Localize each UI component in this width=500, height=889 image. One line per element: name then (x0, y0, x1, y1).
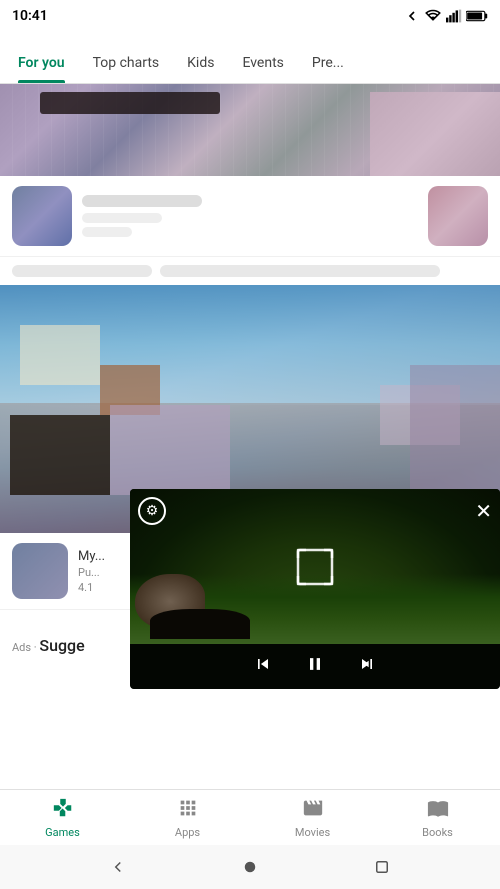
signal-icon (446, 9, 462, 23)
video-background: ⚙ ✕ (130, 489, 500, 644)
video-close-button[interactable]: ✕ (475, 499, 492, 523)
video-settings-button[interactable]: ⚙ (138, 497, 166, 525)
nav-tabs: For you Top charts Kids Events Pre... (0, 32, 500, 84)
app-thumb-1-right (428, 186, 488, 246)
app-info-1 (82, 195, 418, 237)
video-player-overlay: ⚙ ✕ (130, 489, 500, 689)
ads-prefix: Ads · (12, 641, 39, 654)
bottom-nav-movies[interactable]: Movies (250, 797, 375, 839)
apps-icon (177, 797, 199, 824)
books-icon (427, 797, 449, 824)
tab-premium[interactable]: Pre... (298, 32, 358, 83)
books-label: Books (422, 826, 453, 839)
status-bar: 10:41 (0, 0, 500, 32)
tab-events[interactable]: Events (228, 32, 297, 83)
battery-icon (466, 10, 488, 22)
video-next-button[interactable] (357, 654, 377, 679)
back-arrow-icon (404, 8, 420, 24)
section-label-row (0, 257, 500, 285)
bottom-nav-books[interactable]: Books (375, 797, 500, 839)
video-controls-top: ⚙ ✕ (138, 497, 492, 525)
bottom-nav-games[interactable]: Games (0, 797, 125, 839)
games-label: Games (45, 826, 80, 839)
home-button[interactable] (236, 853, 264, 881)
tab-for-you[interactable]: For you (4, 32, 79, 83)
recents-button[interactable] (368, 853, 396, 881)
app-list-row-1[interactable] (0, 176, 500, 257)
status-icons (404, 8, 488, 24)
system-nav-bar (0, 845, 500, 889)
ads-title-text: Sugge (39, 636, 84, 655)
movies-icon (302, 797, 324, 824)
games-icon (52, 797, 74, 824)
tab-top-charts[interactable]: Top charts (79, 32, 174, 83)
app-thumb-1 (12, 186, 72, 246)
video-cave-entrance (150, 609, 250, 639)
tab-kids[interactable]: Kids (173, 32, 228, 83)
content-area: My... Pu... 4.1 Ads · Sugge ⚙ (0, 84, 500, 789)
bottom-nav-apps[interactable]: Apps (125, 797, 250, 839)
apps-label: Apps (175, 826, 200, 839)
wifi-icon (424, 9, 442, 23)
app-thumb-2 (12, 543, 68, 599)
fullscreen-icon[interactable] (296, 548, 334, 586)
bottom-navigation: Games Apps Movies Books (0, 789, 500, 845)
status-time: 10:41 (12, 8, 48, 24)
video-fullscreen-area[interactable] (296, 548, 334, 586)
back-button[interactable] (104, 853, 132, 881)
movies-label: Movies (295, 826, 330, 839)
video-pause-button[interactable] (305, 654, 325, 679)
featured-banner[interactable] (0, 84, 500, 176)
ads-label-text: Ads · Sugge (12, 636, 85, 655)
video-prev-button[interactable] (253, 654, 273, 679)
video-controls-bottom (130, 644, 500, 689)
